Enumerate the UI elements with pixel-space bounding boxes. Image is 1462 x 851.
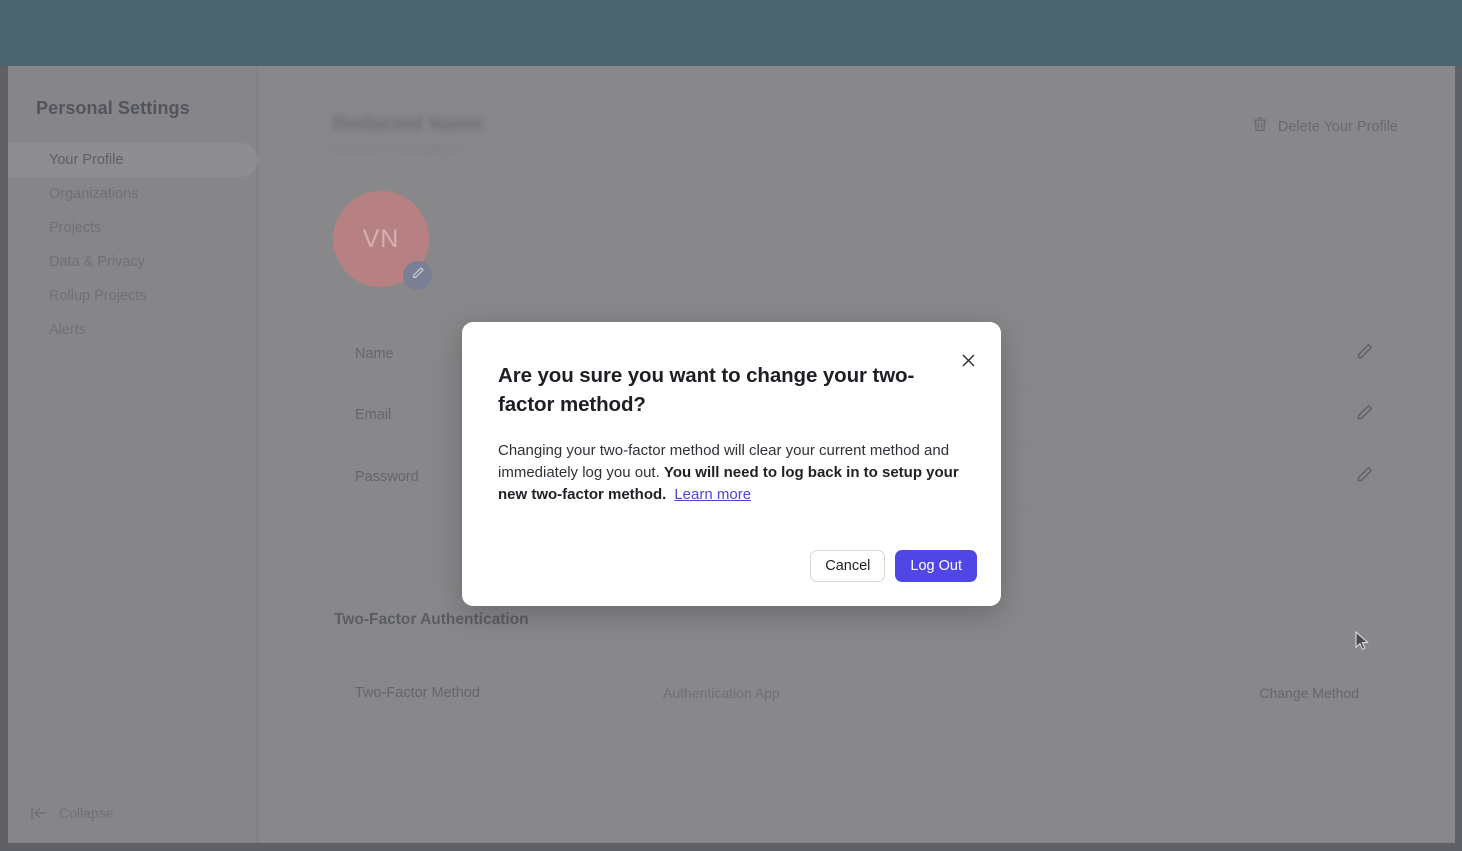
change-two-factor-method-dialog: Are you sure you want to change your two… <box>462 322 1001 606</box>
dialog-actions: Cancel Log Out <box>810 550 977 582</box>
cancel-button[interactable]: Cancel <box>810 550 886 582</box>
modal-overlay: Are you sure you want to change your two… <box>0 0 1462 851</box>
dialog-title: Are you sure you want to change your two… <box>498 364 915 416</box>
learn-more-link[interactable]: Learn more <box>674 486 751 503</box>
application-window: Personal Settings Your Profile Organizat… <box>0 0 1462 851</box>
dialog-body: Changing your two-factor method will cle… <box>498 440 968 507</box>
close-icon[interactable] <box>955 347 981 373</box>
log-out-button[interactable]: Log Out <box>895 550 977 582</box>
